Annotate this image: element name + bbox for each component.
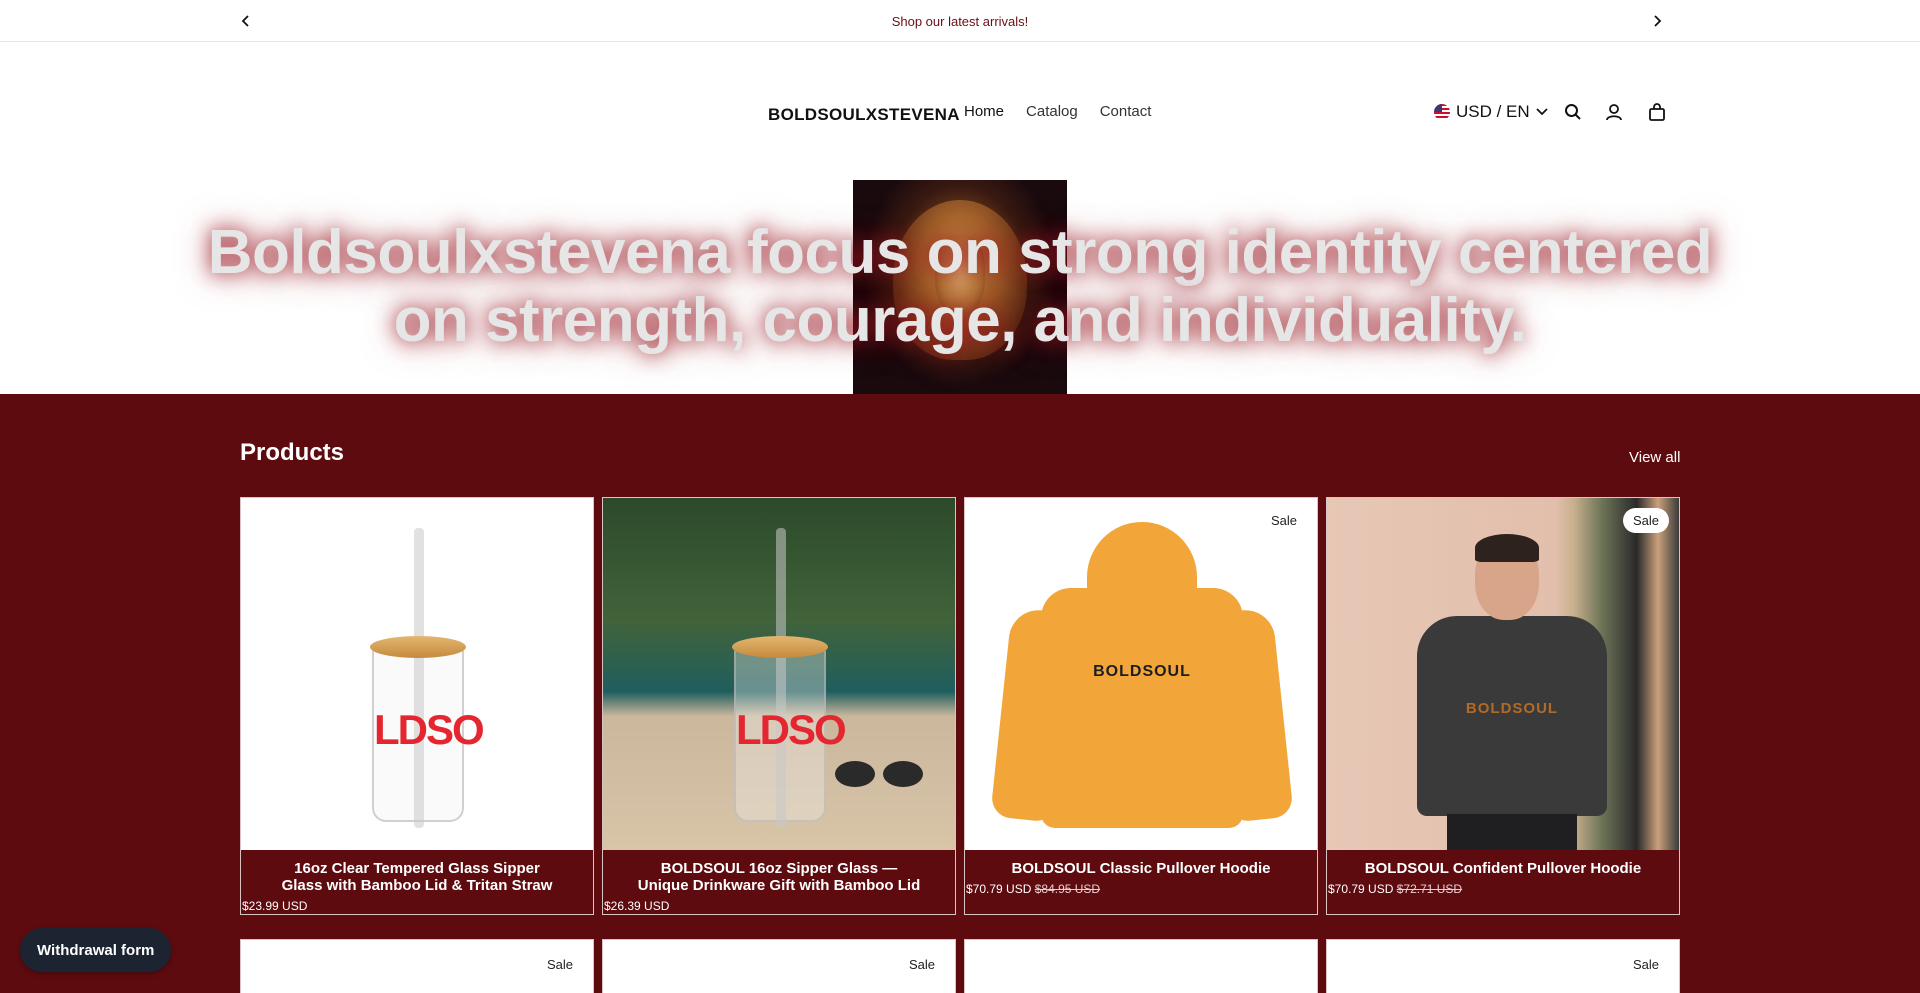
product-title[interactable]: BOLDSOUL Confident Pullover Hoodie: [1327, 860, 1679, 877]
hero-headline-line2: on strength, courage, and individuality.: [393, 286, 1527, 355]
sale-badge: Sale: [1260, 508, 1307, 533]
hero-headline-line1: Boldsoulxstevena focus on strong identit…: [207, 218, 1713, 287]
announcement-message[interactable]: Shop our latest arrivals!: [0, 14, 1920, 29]
product-card[interactable]: BOLDSOUL Sale BOLDSOUL Confident Pullove…: [1326, 497, 1680, 915]
product-title-line1: 16oz Clear Tempered Glass Sipper: [294, 860, 540, 877]
chevron-right-icon[interactable]: [1647, 11, 1667, 31]
product-title[interactable]: 16oz Clear Tempered Glass Sipper Glass w…: [241, 860, 593, 894]
currency-locale-selector[interactable]: USD / EN: [1434, 102, 1548, 122]
hoodie-print: BOLDSOUL: [1093, 663, 1191, 680]
product-card[interactable]: Sale: [602, 939, 956, 993]
product-image[interactable]: LDSO: [241, 498, 593, 850]
product-image[interactable]: LDSO: [603, 498, 955, 850]
us-flag-icon: [1434, 104, 1450, 120]
product-card[interactable]: BOLDSOUL Sale BOLDSOUL Classic Pullover …: [964, 497, 1318, 915]
sale-badge: Sale: [898, 952, 945, 977]
model-hoodie-image: BOLDSOUL: [1417, 534, 1607, 850]
compare-price: $72.71 USD: [1396, 882, 1463, 896]
main-nav: Home Catalog Contact: [964, 103, 1151, 120]
product-price: $23.99 USD: [242, 899, 308, 913]
product-image[interactable]: BOLDSOUL Sale: [965, 498, 1317, 850]
hoodie-print: BOLDSOUL: [1465, 700, 1559, 717]
glass-print: LDSO: [374, 706, 485, 753]
account-icon[interactable]: [1602, 100, 1626, 124]
nav-home[interactable]: Home: [964, 103, 1004, 120]
yellow-hoodie-image: BOLDSOUL: [990, 518, 1294, 828]
product-title-line1: BOLDSOUL 16oz Sipper Glass —: [660, 860, 898, 877]
withdrawal-form-button[interactable]: Withdrawal form: [20, 928, 172, 972]
product-price: $26.39 USD: [604, 899, 670, 913]
product-title-line2: Unique Drinkware Gift with Bamboo Lid: [637, 877, 921, 894]
product-title-line2: Glass with Bamboo Lid & Tritan Straw: [281, 877, 553, 894]
locale-label: USD / EN: [1456, 102, 1530, 121]
glass-print: LDSO: [736, 706, 847, 753]
product-price: $70.79 USD $84.95 USD: [966, 882, 1100, 896]
sunglasses-prop: [831, 753, 931, 793]
product-image[interactable]: BOLDSOUL Sale: [1327, 498, 1679, 850]
sale-price: $70.79 USD: [966, 882, 1032, 896]
nav-contact[interactable]: Contact: [1100, 103, 1152, 120]
product-card[interactable]: Sale: [1326, 939, 1680, 993]
product-card[interactable]: LDSO BOLDSOUL 16oz Sipper Glass — Unique…: [602, 497, 956, 915]
sale-badge: Sale: [1622, 508, 1669, 533]
product-title[interactable]: BOLDSOUL Classic Pullover Hoodie: [965, 860, 1317, 877]
site-header: BOLDSOULXSTEVENA Home Catalog Contact US…: [0, 43, 1920, 180]
product-card[interactable]: LDSO 16oz Clear Tempered Glass Sipper Gl…: [240, 497, 594, 915]
products-heading: Products: [240, 439, 345, 466]
nav-catalog[interactable]: Catalog: [1026, 103, 1078, 120]
view-all-link[interactable]: View all: [1629, 449, 1680, 466]
announcement-bar: Shop our latest arrivals!: [0, 0, 1920, 42]
compare-price: $84.95 USD: [1034, 882, 1101, 896]
product-price: $70.79 USD $72.71 USD: [1328, 882, 1462, 896]
hero-banner: Boldsoulxstevena focus on strong identit…: [0, 180, 1920, 394]
search-icon[interactable]: [1561, 100, 1585, 124]
sale-price: $70.79 USD: [1328, 882, 1394, 896]
brand-logo[interactable]: BOLDSOULXSTEVENA: [768, 105, 960, 125]
hero-headline: Boldsoulxstevena focus on strong identit…: [0, 219, 1920, 355]
cart-icon[interactable]: [1645, 100, 1669, 124]
sale-badge: Sale: [1622, 952, 1669, 977]
product-card[interactable]: Sale: [240, 939, 594, 993]
product-title[interactable]: BOLDSOUL 16oz Sipper Glass — Unique Drin…: [603, 860, 955, 894]
chevron-down-icon: [1536, 108, 1548, 116]
product-card[interactable]: [964, 939, 1318, 993]
sale-badge: Sale: [536, 952, 583, 977]
